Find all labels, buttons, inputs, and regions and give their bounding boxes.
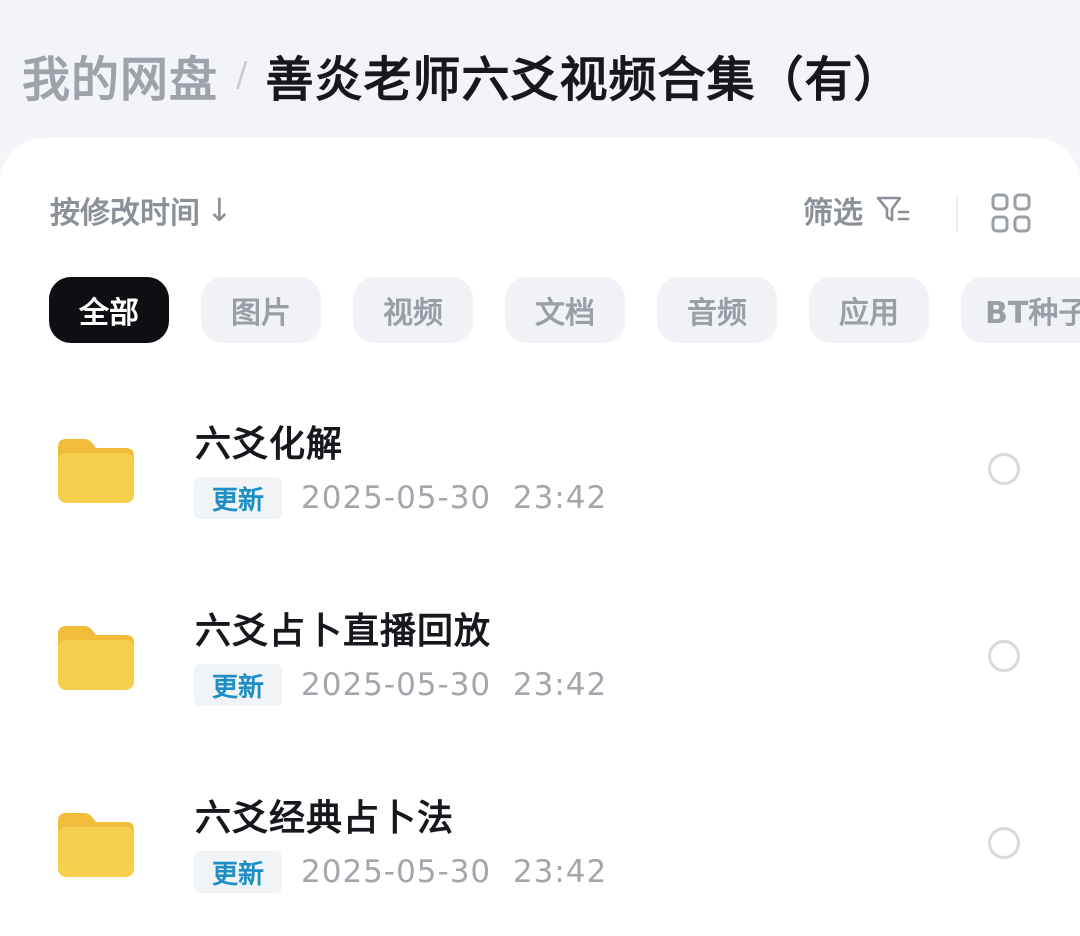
category-chip-all[interactable]: 全部 xyxy=(49,277,169,343)
sort-button[interactable]: 按修改时间 ↓ xyxy=(50,188,233,232)
update-badge: 更新 xyxy=(194,664,282,706)
grid-view-button[interactable] xyxy=(990,192,1032,238)
grid-view-icon xyxy=(991,193,1031,233)
select-checkbox[interactable] xyxy=(988,640,1020,672)
file-modified-time: 2025-05-30 23:42 xyxy=(301,667,608,703)
file-modified-time: 2025-05-30 23:42 xyxy=(301,480,608,516)
update-badge: 更新 xyxy=(194,477,282,519)
file-name: 六爻占卜直播回放 xyxy=(195,611,492,652)
folder-icon xyxy=(58,813,134,877)
category-chip-apps[interactable]: 应用 xyxy=(809,277,929,343)
category-chip-videos[interactable]: 视频 xyxy=(353,277,473,343)
category-chip-documents[interactable]: 文档 xyxy=(505,277,625,343)
sort-arrow-icon: ↓ xyxy=(206,191,233,229)
select-checkbox[interactable] xyxy=(988,827,1020,859)
toolbar-divider xyxy=(956,196,958,232)
file-list-item[interactable]: 六爻经典占卜法 更新 2025-05-30 23:42 xyxy=(0,767,1080,917)
update-badge: 更新 xyxy=(194,851,282,893)
file-list-item[interactable]: 六爻占卜直播回放 更新 2025-05-30 23:42 xyxy=(0,580,1080,730)
filter-button[interactable]: 筛选 xyxy=(803,188,911,232)
filter-label: 筛选 xyxy=(803,196,863,231)
page: 我的网盘 / 善炎老师六爻视频合集（有） 按修改时间 ↓ 筛选 全部 图片 视频… xyxy=(0,0,1080,936)
folder-icon xyxy=(58,626,134,690)
select-checkbox[interactable] xyxy=(988,453,1020,485)
file-list-item[interactable]: 六爻化解 更新 2025-05-30 23:42 xyxy=(0,393,1080,543)
file-list-card: 按修改时间 ↓ 筛选 全部 图片 视频 文档 音频 应用 BT种子 六爻化解 更… xyxy=(0,138,1080,936)
category-chips: 全部 图片 视频 文档 音频 应用 BT种子 xyxy=(49,277,1080,343)
filter-icon xyxy=(876,196,910,222)
category-chip-images[interactable]: 图片 xyxy=(201,277,321,343)
sort-label: 按修改时间 xyxy=(50,196,200,231)
breadcrumb-root-link[interactable]: 我的网盘 xyxy=(22,40,218,110)
category-chip-audio[interactable]: 音频 xyxy=(657,277,777,343)
file-name: 六爻经典占卜法 xyxy=(195,798,455,839)
category-chip-bt-torrents[interactable]: BT种子 xyxy=(961,277,1080,343)
breadcrumb-separator: / xyxy=(236,55,248,95)
page-title: 善炎老师六爻视频合集（有） xyxy=(265,52,903,108)
breadcrumb: 我的网盘 / 善炎老师六爻视频合集（有） xyxy=(22,40,903,110)
file-modified-time: 2025-05-30 23:42 xyxy=(301,854,608,890)
folder-icon xyxy=(58,439,134,503)
file-name: 六爻化解 xyxy=(195,424,344,465)
